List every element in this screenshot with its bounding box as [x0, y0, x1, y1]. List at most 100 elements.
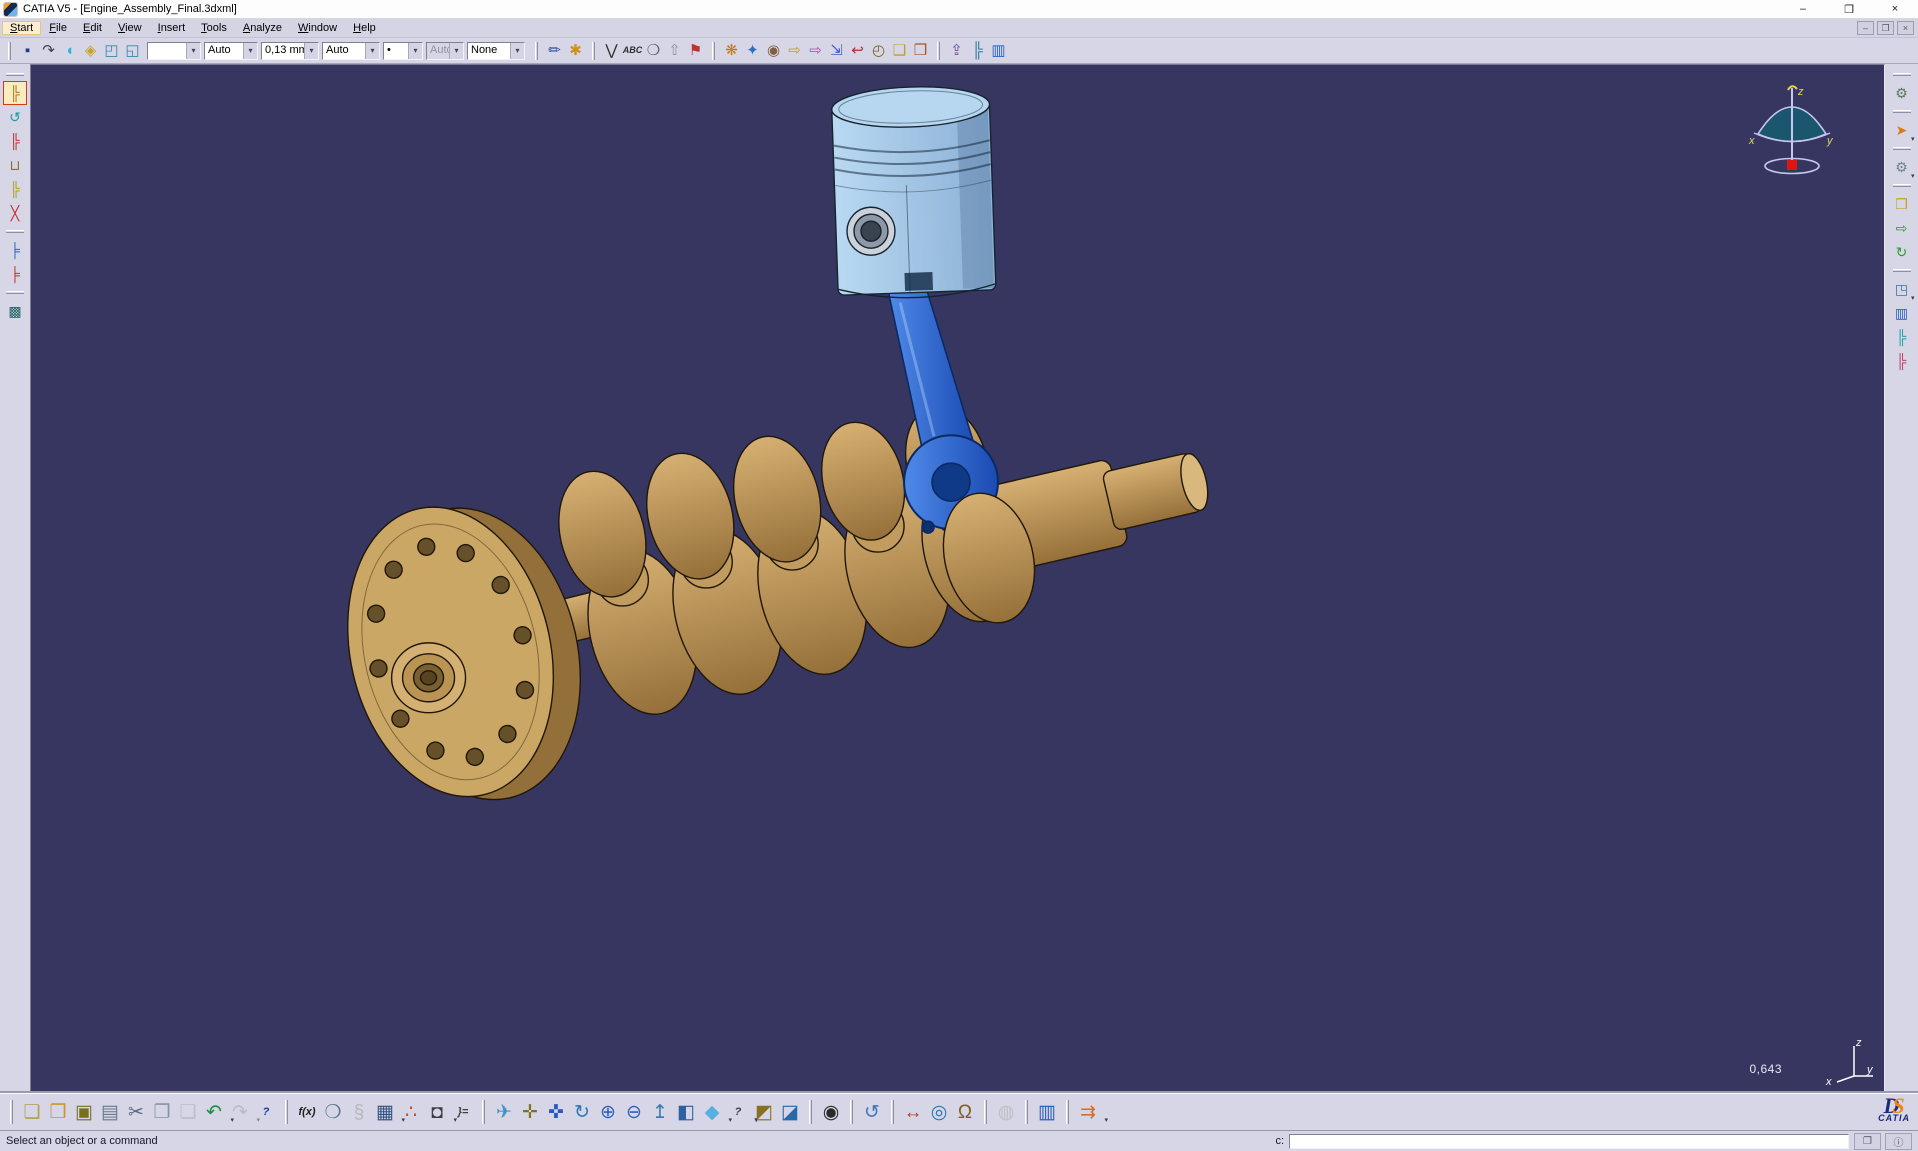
point-color-dropdown-arrow[interactable]: ▾ [449, 43, 463, 59]
undo-icon[interactable]: ↶▾ [201, 1099, 227, 1125]
restore-button[interactable]: ❐ [1826, 0, 1872, 18]
menu-edit[interactable]: Edit [75, 21, 110, 35]
close-button[interactable]: × [1872, 0, 1918, 18]
toolbar-grip[interactable] [1025, 1100, 1028, 1124]
crankshaft-part[interactable] [320, 396, 1216, 820]
reuse-component-icon[interactable]: ↻ [1891, 241, 1913, 263]
toolbar-grip[interactable] [592, 42, 595, 60]
paste-component-icon[interactable]: ❒ [1891, 193, 1913, 215]
lock-icon[interactable]: ◘▾ [424, 1099, 450, 1125]
prism-icon[interactable]: ◈ [80, 40, 101, 61]
menu-file[interactable]: File [41, 21, 75, 35]
toolbar-grip[interactable] [1893, 73, 1911, 76]
toolbar-grip[interactable] [809, 1100, 812, 1124]
toolbar-grip[interactable] [1893, 110, 1911, 113]
toolbar-grip[interactable] [1066, 1100, 1069, 1124]
toolbar-grip[interactable] [1893, 147, 1911, 150]
line-weight-dropdown-arrow[interactable]: ▾ [304, 43, 318, 59]
named-views-icon[interactable]: ?▾ [725, 1099, 751, 1125]
doc-versions-icon[interactable]: ◴ [868, 40, 889, 61]
design-table-icon[interactable]: ▦▾ [372, 1099, 398, 1125]
update-tree-icon[interactable]: ↺ [4, 106, 26, 128]
tree-idea-icon[interactable]: ╠ [4, 178, 26, 200]
document-close-button[interactable]: × [1897, 21, 1914, 35]
point-color-combo[interactable]: Auto▾ [426, 42, 464, 60]
layer-dropdown-arrow[interactable]: ▾ [510, 43, 524, 59]
doc-gear-icon[interactable]: ❒ [910, 40, 931, 61]
tree-reorder-icon[interactable]: ╞ [4, 263, 26, 285]
zoom-in-icon[interactable]: ⊕ [595, 1099, 621, 1125]
point-symbol-combo[interactable]: •▾ [383, 42, 423, 60]
fly-mode-icon[interactable]: ✈ [491, 1099, 517, 1125]
new-document-icon[interactable]: ❏ [19, 1099, 45, 1125]
menu-start[interactable]: Start [2, 21, 41, 35]
line-weight-combo[interactable]: 0,13 mm▾ [261, 42, 319, 60]
tree-doc-icon[interactable]: ╠ [967, 40, 988, 61]
line-color-dropdown-arrow[interactable]: ▾ [243, 43, 257, 59]
toolbar-grip[interactable] [6, 230, 24, 233]
piston-part[interactable] [831, 84, 996, 300]
toolbar-grip[interactable] [891, 1100, 894, 1124]
measure-between-icon[interactable]: ⋁ [601, 40, 622, 61]
menu-analyze[interactable]: Analyze [235, 21, 290, 35]
iso-box-1-icon[interactable]: ◰ [101, 40, 122, 61]
toolbar-grip[interactable] [482, 1100, 485, 1124]
copy-icon[interactable]: ❐ [149, 1099, 175, 1125]
info-button[interactable]: ⓘ [1885, 1133, 1912, 1150]
redo-icon[interactable]: ↷▾ [227, 1099, 253, 1125]
line-style-combo[interactable]: ▾ [147, 42, 201, 60]
cut-icon[interactable]: ✂ [123, 1099, 149, 1125]
update-all-icon[interactable]: ⚙ [1891, 82, 1913, 104]
multi-view-icon[interactable]: ◧ [673, 1099, 699, 1125]
product-structure-icon[interactable]: ╠ [4, 82, 26, 104]
doc-search-icon[interactable]: ◉ [763, 40, 784, 61]
document-minimize-button[interactable]: – [1857, 21, 1874, 35]
toolbar-grip[interactable] [850, 1100, 853, 1124]
doc-sparkle-icon[interactable]: ✦ [742, 40, 763, 61]
set-equation-icon[interactable]: }= [450, 1099, 476, 1125]
comment-icon[interactable]: ❍ [320, 1099, 346, 1125]
document-restore-button[interactable]: ❐ [1877, 21, 1894, 35]
text-check-icon[interactable]: ABC [622, 40, 643, 61]
selection-sets-icon[interactable]: ⚙▾ [1891, 156, 1913, 178]
camera-capture-icon[interactable]: ◉ [818, 1099, 844, 1125]
menu-insert[interactable]: Insert [150, 21, 194, 35]
turntable-icon[interactable]: ↺ [859, 1099, 885, 1125]
flag-note-icon[interactable]: ⚑ [685, 40, 706, 61]
select-icon[interactable]: ➤▾ [1891, 119, 1913, 141]
constraints-icon[interactable]: ⇉▾ [1075, 1099, 1101, 1125]
measure-item-icon[interactable]: ◎ [926, 1099, 952, 1125]
doc-export-icon[interactable]: ⇨ [805, 40, 826, 61]
mass-properties-icon[interactable]: Ω [952, 1099, 978, 1125]
spray-box-icon[interactable]: ◳▾ [1891, 278, 1913, 300]
menu-tools[interactable]: Tools [193, 21, 235, 35]
toolbar-grip[interactable] [1893, 269, 1911, 272]
print-icon[interactable]: ▤ [97, 1099, 123, 1125]
whats-this-icon[interactable]: ? [253, 1099, 279, 1125]
paste-icon[interactable]: ❑ [175, 1099, 201, 1125]
iso-view-icon[interactable]: ◆▾ [699, 1099, 725, 1125]
graph-filter-icon[interactable]: ▩ [4, 300, 26, 322]
catalog-browser-icon[interactable]: ▥ [1034, 1099, 1060, 1125]
toolbar-grip[interactable] [8, 42, 11, 60]
render-style-shaded-icon[interactable]: ◩ [751, 1099, 777, 1125]
command-input[interactable] [1289, 1134, 1849, 1149]
fit-all-in-icon[interactable]: ✛ [517, 1099, 543, 1125]
list-undo-icon[interactable]: ↩ [847, 40, 868, 61]
toolbar-grip[interactable] [10, 1100, 13, 1124]
magic-wand-icon[interactable]: ✱ [565, 40, 586, 61]
undo-curve-icon[interactable]: ↷ [38, 40, 59, 61]
point-symbol-dropdown-arrow[interactable]: ▾ [408, 43, 422, 59]
relations-icon[interactable]: ∴ [398, 1099, 424, 1125]
minimize-button[interactable]: – [1780, 0, 1826, 18]
restore-pane-button[interactable]: ❐ [1854, 1133, 1881, 1150]
3d-viewport[interactable]: x y z 0,643 z y x [30, 64, 1885, 1093]
layer-combo[interactable]: None▾ [467, 42, 525, 60]
save-icon[interactable]: ▣ [71, 1099, 97, 1125]
doc-import-icon[interactable]: ⇨ [784, 40, 805, 61]
doc-locked-icon[interactable]: ❑ [889, 40, 910, 61]
zoom-out-icon[interactable]: ⊖ [621, 1099, 647, 1125]
doc-publish-icon[interactable]: ▥ [988, 40, 1009, 61]
compass-tool-icon[interactable]: ◍ [993, 1099, 1019, 1125]
toolbar-grip[interactable] [6, 73, 24, 76]
